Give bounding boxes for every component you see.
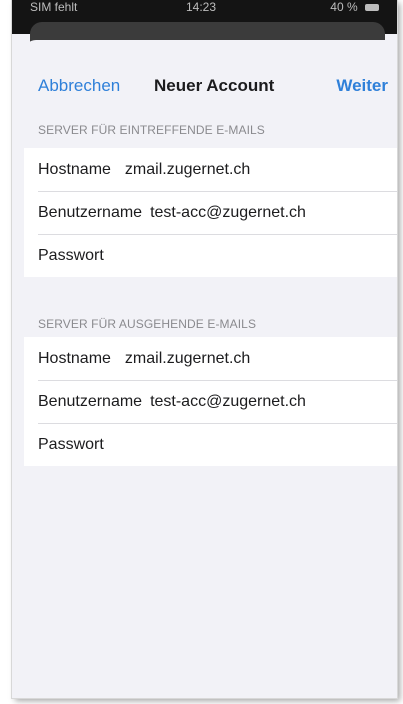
navigation-bar: Abbrechen Neuer Account Weiter xyxy=(24,40,397,114)
battery-percentage: 40 % xyxy=(330,0,358,14)
incoming-username-row[interactable]: Benutzername test-acc@zugernet.ch xyxy=(24,191,397,234)
outgoing-server-header: SERVER FÜR AUSGEHENDE E-MAILS xyxy=(38,317,257,331)
outgoing-username-row[interactable]: Benutzername test-acc@zugernet.ch xyxy=(24,380,397,423)
incoming-password-label: Passwort xyxy=(38,246,104,264)
outgoing-hostname-row[interactable]: Hostname zmail.zugernet.ch xyxy=(24,337,397,380)
outgoing-password-label: Passwort xyxy=(38,435,104,453)
incoming-username-label: Benutzername xyxy=(38,203,143,221)
outgoing-hostname-field[interactable]: zmail.zugernet.ch xyxy=(125,350,250,368)
incoming-server-header: SERVER FÜR EINTREFFENDE E-MAILS xyxy=(38,123,265,137)
incoming-username-field[interactable]: test-acc@zugernet.ch xyxy=(150,204,306,222)
page-title: Neuer Account xyxy=(154,76,275,95)
new-account-sheet: Abbrechen Neuer Account Weiter SERVER FÜ… xyxy=(24,40,397,698)
outgoing-hostname-label: Hostname xyxy=(38,349,111,367)
carrier-label: SIM fehlt xyxy=(30,0,78,14)
status-time: 14:23 xyxy=(186,0,217,14)
outgoing-username-label: Benutzername xyxy=(38,392,143,410)
outgoing-password-row[interactable]: Passwort xyxy=(24,423,397,466)
phone-screenshot-frame: SIM fehlt 14:23 40 % Abbrechen Neuer Acc… xyxy=(12,0,397,698)
incoming-server-group: Hostname zmail.zugernet.ch Benutzername … xyxy=(24,148,397,277)
battery-indicator: 40 % xyxy=(330,0,379,14)
cancel-button[interactable]: Abbrechen xyxy=(38,76,120,96)
incoming-hostname-field[interactable]: zmail.zugernet.ch xyxy=(125,161,250,179)
battery-icon xyxy=(365,4,379,12)
incoming-password-row[interactable]: Passwort xyxy=(24,234,397,277)
incoming-hostname-row[interactable]: Hostname zmail.zugernet.ch xyxy=(24,148,397,191)
outgoing-server-group: Hostname zmail.zugernet.ch Benutzername … xyxy=(24,337,397,466)
next-button[interactable]: Weiter xyxy=(336,76,388,96)
incoming-hostname-label: Hostname xyxy=(38,160,111,178)
outgoing-username-field[interactable]: test-acc@zugernet.ch xyxy=(150,393,306,411)
